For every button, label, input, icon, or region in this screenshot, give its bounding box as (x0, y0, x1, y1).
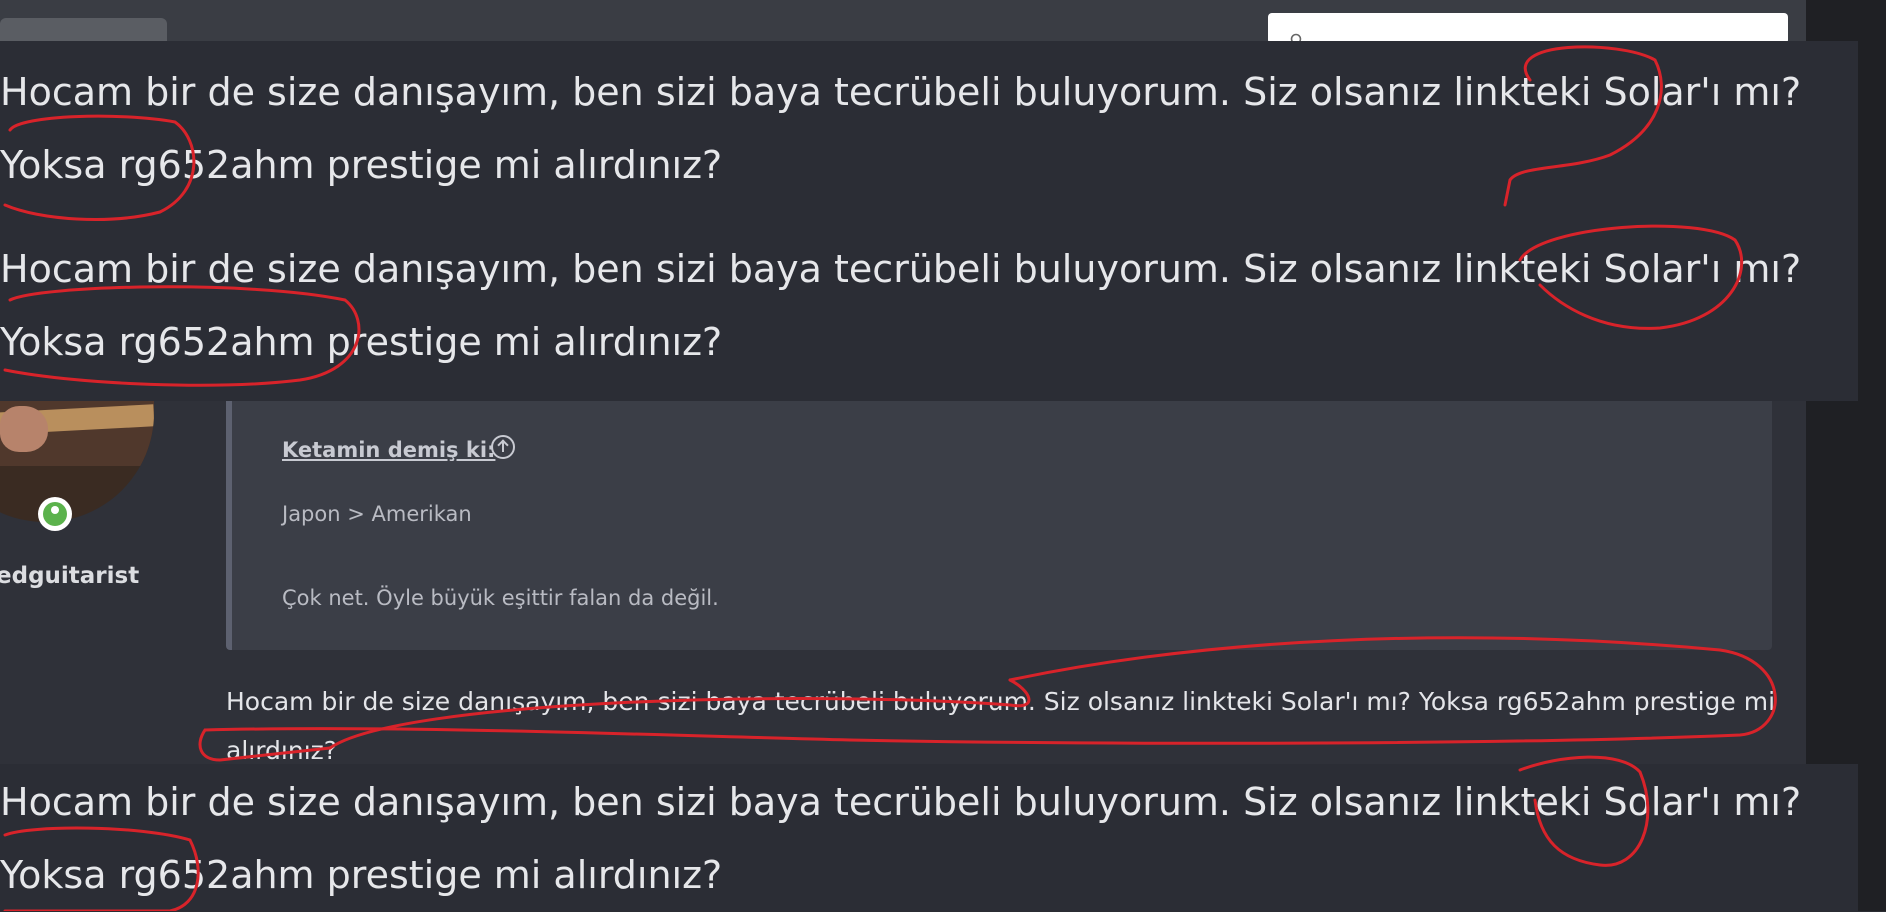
quote-text-line: Japon > Amerikan (282, 502, 472, 526)
user-online-icon (38, 497, 72, 531)
quote-text-line: Çok net. Öyle büyük eşittir falan da değ… (282, 586, 719, 610)
arrow-up-circle-icon[interactable] (491, 435, 515, 459)
quote-author-link[interactable]: Ketamin demiş ki: (282, 438, 495, 462)
zoomed-text: Hocam bir de size danışayım, ben sizi ba… (0, 247, 1802, 364)
search-input[interactable] (1268, 13, 1788, 47)
zoomed-text: Hocam bir de size danışayım, ben sizi ba… (0, 70, 1802, 187)
reply-text: Hocam bir de size danışayım, ben sizi ba… (226, 687, 1776, 765)
zoomed-overlay-top: Hocam bir de size danışayım, ben sizi ba… (0, 41, 1858, 401)
quote-block: Ketamin demiş ki: Japon > Amerikan Çok n… (226, 384, 1772, 650)
zoomed-text: Hocam bir de size danışayım, ben sizi ba… (0, 780, 1802, 897)
post-username[interactable]: edguitarist (0, 563, 139, 589)
avatar-hand (0, 406, 48, 452)
site-header (0, 0, 1806, 47)
zoomed-overlay-bottom: Hocam bir de size danışayım, ben sizi ba… (0, 764, 1858, 911)
